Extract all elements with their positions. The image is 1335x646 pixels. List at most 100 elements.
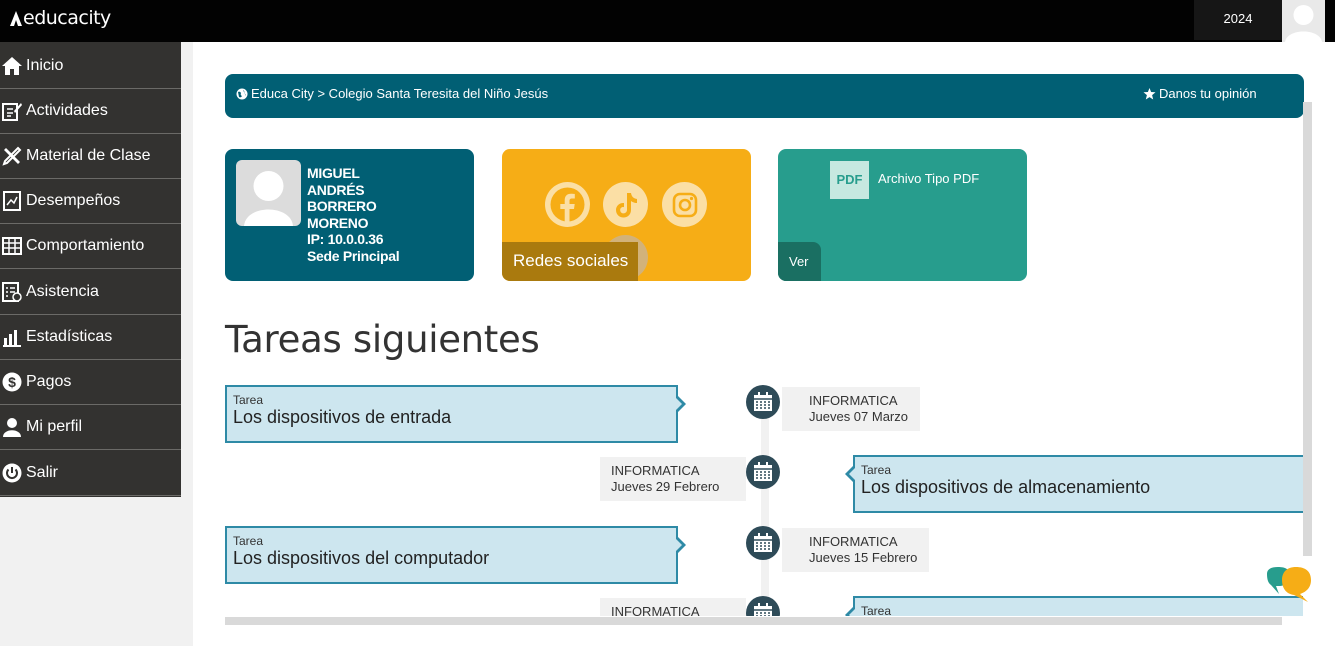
calendar-icon [746, 385, 780, 419]
breadcrumb-path[interactable]: Educa City > Colegio Santa Teresita del … [236, 86, 548, 101]
sidebar: Inicio Actividades Material de Clase Des… [0, 42, 181, 497]
profile-card[interactable]: MIGUEL ANDRÉS BORRERO MORENO IP: 10.0.0.… [225, 149, 474, 281]
task-title: Los dispositivos de almacenamiento [861, 477, 1151, 497]
task-subject: INFORMATICA [611, 604, 700, 616]
top-bar: educacity 2024 [0, 0, 1335, 42]
chat-icon[interactable] [1266, 564, 1312, 606]
section-title: Tareas siguientes [225, 318, 540, 361]
user-icon [1, 416, 23, 438]
sidebar-item-label: Asistencia [26, 283, 99, 300]
sidebar-item-comportamiento[interactable]: Comportamiento [0, 224, 181, 269]
task-subject: INFORMATICA [809, 534, 898, 549]
task-card[interactable]: Tarea Los dispositivos de entrada [225, 385, 686, 443]
sidebar-item-label: Pagos [26, 373, 72, 390]
checklist-icon [1, 281, 23, 303]
task-pointer [845, 464, 857, 484]
svg-text:$: $ [8, 374, 16, 390]
sidebar-item-label: Comportamiento [26, 237, 145, 254]
sidebar-item-label: Mi perfil [26, 418, 83, 435]
task-date: Jueves 07 Marzo [809, 409, 908, 424]
table-icon [1, 235, 23, 257]
task-type: Tarea [861, 604, 892, 616]
sidebar-gutter [181, 42, 193, 646]
task-date: Jueves 15 Febrero [809, 550, 918, 565]
edit-icon [1, 100, 23, 122]
sidebar-item-label: Estadísticas [26, 328, 113, 345]
task-type: Tarea [233, 393, 264, 407]
sidebar-item-material[interactable]: Material de Clase [0, 134, 181, 179]
task-date-box: INFORMATICA Jueves 15 Febrero [782, 528, 929, 572]
sidebar-item-label: Actividades [26, 102, 108, 119]
report-icon [1, 190, 23, 212]
sidebar-item-estadisticas[interactable]: Estadísticas [0, 315, 181, 360]
task-date-box: INFORMATICA Jueves 29 Febrero [600, 457, 746, 501]
sidebar-item-salir[interactable]: Salir [0, 451, 181, 496]
calendar-icon [746, 526, 780, 560]
feedback-link[interactable]: Danos tu opinión [1143, 86, 1257, 101]
profile-sede: Sede Principal [307, 247, 400, 264]
pdf-card: PDF Archivo Tipo PDF Ver [778, 149, 1027, 281]
sidebar-item-asistencia[interactable]: Asistencia [0, 270, 181, 315]
vertical-scrollbar[interactable] [1303, 102, 1312, 556]
profile-last-name-1: BORRERO [307, 198, 377, 215]
social-label: Redes sociales [502, 242, 638, 281]
task-card[interactable]: Tarea [845, 596, 1303, 616]
profile-middle-name: ANDRÉS [307, 181, 365, 198]
calendar-icon [746, 596, 780, 616]
user-avatar[interactable] [1282, 0, 1325, 42]
task-title: Los dispositivos del computador [233, 548, 490, 568]
task-date-box: INFORMATICA Jueves 07 Marzo [782, 387, 920, 431]
task-type: Tarea [861, 463, 892, 477]
power-icon [1, 462, 23, 484]
bar-chart-icon [1, 326, 23, 348]
sidebar-item-pagos[interactable]: $ Pagos [0, 360, 181, 405]
breadcrumb: Educa City > Colegio Santa Teresita del … [225, 74, 1304, 118]
sidebar-item-inicio[interactable]: Inicio [0, 44, 181, 89]
tasks-timeline: Tarea Los dispositivos de entrada INFORM… [193, 380, 1303, 616]
tiktok-icon[interactable] [603, 182, 648, 227]
task-pointer [845, 605, 857, 616]
facebook-icon[interactable] [545, 182, 590, 227]
task-subject: INFORMATICA [611, 463, 700, 478]
sidebar-item-label: Salir [26, 464, 59, 481]
task-card[interactable]: Tarea Los dispositivos de almacenamiento [845, 455, 1303, 513]
sidebar-item-mi-perfil[interactable]: Mi perfil [0, 405, 181, 450]
pdf-title[interactable]: Archivo Tipo PDF [878, 171, 979, 186]
task-subject: INFORMATICA [809, 393, 898, 408]
avatar-placeholder-icon [1285, 5, 1322, 42]
task-title: Los dispositivos de entrada [233, 407, 452, 427]
app-logo[interactable]: educacity [10, 7, 111, 29]
task-pointer [674, 535, 686, 555]
dollar-icon: $ [1, 371, 23, 393]
task-type: Tarea [233, 534, 264, 548]
task-pointer [674, 394, 686, 414]
task-date: Jueves 29 Febrero [611, 479, 720, 494]
profile-first-name: MIGUEL [307, 165, 360, 181]
timeline-line [761, 400, 769, 616]
sidebar-item-actividades[interactable]: Actividades [0, 89, 181, 134]
pdf-file-icon[interactable]: PDF [830, 161, 869, 199]
instagram-icon[interactable] [662, 182, 707, 227]
feedback-label: Danos tu opinión [1159, 86, 1257, 101]
horizontal-scrollbar[interactable] [225, 617, 1282, 625]
avatar-placeholder-icon [244, 171, 293, 226]
sidebar-item-label: Desempeños [26, 192, 121, 209]
breadcrumb-text: Educa City > Colegio Santa Teresita del … [251, 86, 549, 101]
sidebar-item-desempenos[interactable]: Desempeños [0, 179, 181, 224]
logo-text: educacity [23, 7, 111, 29]
tools-icon [1, 145, 23, 167]
logo-icon [10, 10, 22, 26]
task-card[interactable]: Tarea Los dispositivos del computador [225, 526, 686, 584]
globe-icon [236, 88, 248, 99]
profile-photo [236, 160, 301, 226]
sidebar-item-label: Inicio [26, 57, 64, 74]
home-icon [1, 55, 23, 77]
year-selector[interactable]: 2024 [1194, 0, 1282, 40]
profile-ip: IP: 10.0.0.36 [307, 231, 384, 248]
calendar-icon [746, 455, 780, 489]
task-date-box: INFORMATICA [600, 598, 746, 616]
sidebar-item-label: Material de Clase [26, 147, 151, 164]
pdf-view-button[interactable]: Ver [778, 242, 821, 281]
profile-last-name-2: MORENO [307, 214, 369, 231]
star-icon [1143, 87, 1156, 99]
